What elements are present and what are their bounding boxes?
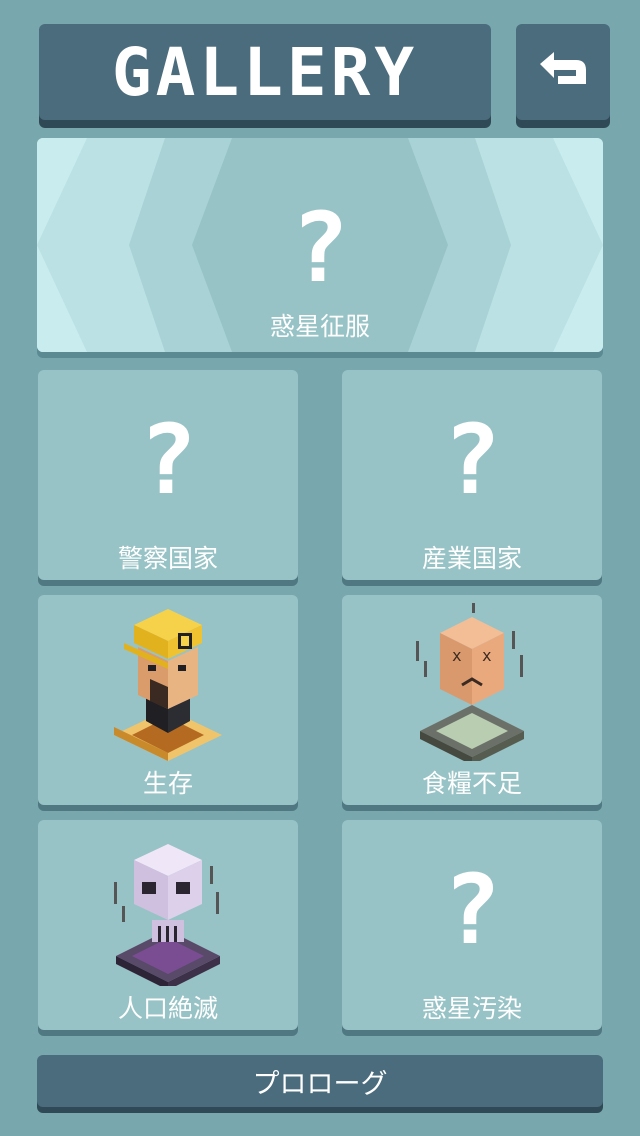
prologue-label: プロローグ <box>252 1068 388 1100</box>
gallery-card-extinction[interactable]: 人口絶滅 <box>38 820 298 1030</box>
card-label: 惑星征服 <box>269 312 370 341</box>
card-label: 食糧不足 <box>421 769 522 798</box>
skull-icon <box>114 844 220 986</box>
locked-question-mark: ? <box>443 854 501 966</box>
card-label: 警察国家 <box>117 544 218 573</box>
back-button[interactable] <box>516 24 610 120</box>
prologue-button[interactable]: プロローグ <box>37 1055 603 1107</box>
svg-text:x: x <box>482 646 492 665</box>
card-label: 人口絶滅 <box>117 994 218 1023</box>
gallery-card-survival[interactable]: 生存 <box>38 595 298 805</box>
gallery-card-food-shortage[interactable]: x x 食糧不足 <box>342 595 602 805</box>
gallery-card-featured[interactable]: ? 惑星征服 <box>37 138 603 352</box>
locked-question-mark: ? <box>443 404 501 516</box>
gallery-card-planet-pollution[interactable]: ? 惑星汚染 <box>342 820 602 1030</box>
starving-head-icon: x x <box>416 603 524 761</box>
gallery-card-police-state[interactable]: ? 警察国家 <box>38 370 298 580</box>
card-label: 産業国家 <box>421 544 522 573</box>
page-title: GALLERY <box>111 33 419 111</box>
miner-icon <box>114 609 222 761</box>
locked-question-mark: ? <box>139 404 197 516</box>
svg-text:x: x <box>452 646 462 665</box>
card-label: 惑星汚染 <box>421 994 522 1023</box>
card-label: 生存 <box>142 769 193 798</box>
gallery-card-industrial-state[interactable]: ? 産業国家 <box>342 370 602 580</box>
locked-question-mark: ? <box>291 192 349 304</box>
gallery-title-bar: GALLERY <box>39 24 491 120</box>
back-arrow-icon <box>540 52 586 84</box>
